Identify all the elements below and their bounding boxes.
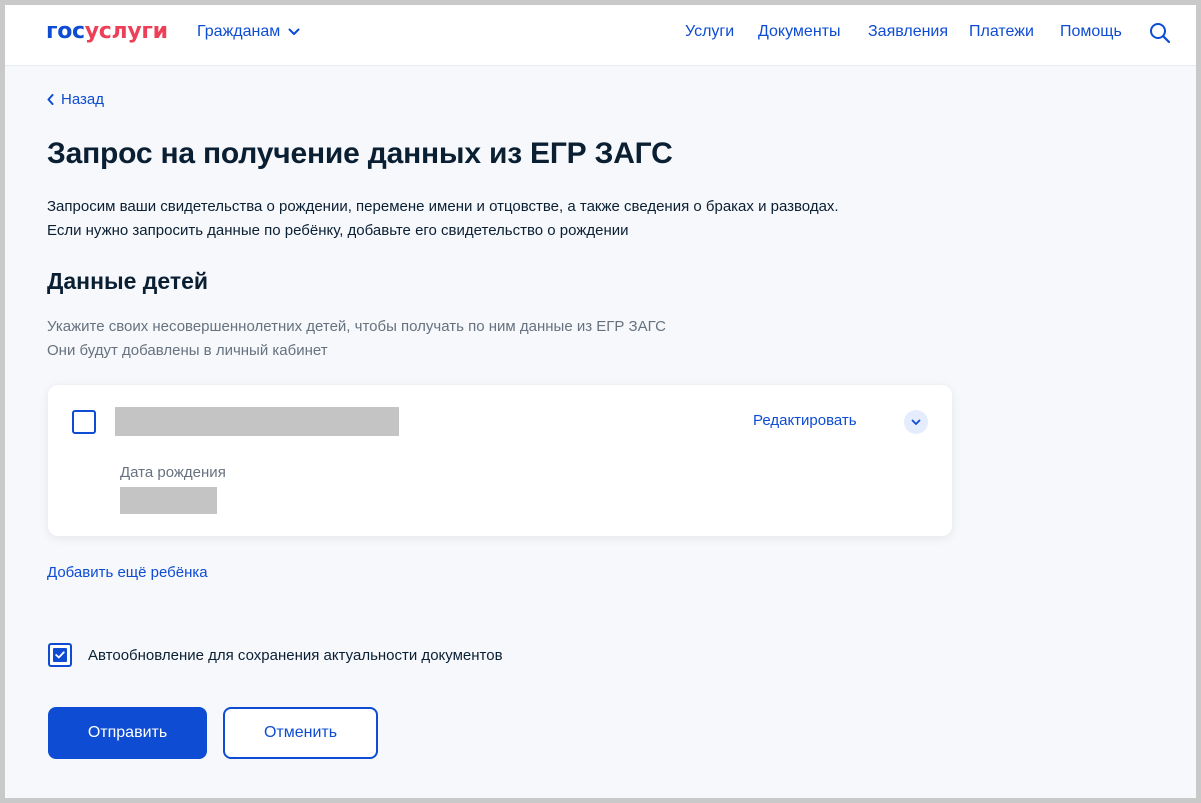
chevron-left-icon — [47, 94, 54, 105]
checkmark-icon — [53, 648, 67, 662]
child-name-redacted — [115, 407, 399, 436]
nav-applications[interactable]: Заявления — [868, 23, 948, 41]
expand-child-button[interactable] — [904, 410, 928, 434]
children-hint: Укажите своих несовершеннолетних детей, … — [47, 315, 666, 363]
intro-line-1: Запросим ваши свидетельства о рождении, … — [47, 198, 839, 215]
back-label: Назад — [61, 91, 104, 108]
edit-child-link[interactable]: Редактировать — [753, 412, 857, 429]
children-hint-line-1: Укажите своих несовершеннолетних детей, … — [47, 318, 666, 335]
birth-date-redacted — [120, 487, 217, 514]
nav-documents[interactable]: Документы — [758, 23, 840, 41]
birth-date-label: Дата рождения — [120, 464, 226, 481]
back-link[interactable]: Назад — [47, 91, 104, 108]
submit-button[interactable]: Отправить — [48, 707, 207, 759]
nav-payments[interactable]: Платежи — [969, 23, 1034, 41]
search-icon[interactable] — [1148, 21, 1172, 45]
chevron-down-icon — [288, 28, 300, 35]
auto-update-option[interactable]: Автообновление для сохранения актуальнос… — [48, 643, 503, 667]
gosuslugi-logo[interactable]: госуслуги — [46, 19, 168, 44]
audience-label: Гражданам — [197, 23, 281, 40]
chevron-down-icon — [911, 419, 921, 425]
nav-services[interactable]: Услуги — [685, 23, 734, 41]
page: госуслуги Гражданам Услуги Документы Зая… — [5, 5, 1196, 798]
logo-part-gos: гос — [46, 19, 85, 44]
page-title: Запрос на получение данных из ЕГР ЗАГС — [47, 137, 673, 170]
top-header: госуслуги Гражданам Услуги Документы Зая… — [5, 5, 1196, 66]
children-hint-line-2: Они будут добавлены в личный кабинет — [47, 342, 328, 359]
intro-line-2: Если нужно запросить данные по ребёнку, … — [47, 222, 629, 239]
child-card: Редактировать Дата рождения — [48, 385, 952, 536]
audience-dropdown[interactable]: Гражданам — [197, 23, 300, 41]
intro-text: Запросим ваши свидетельства о рождении, … — [47, 195, 839, 243]
auto-update-label: Автообновление для сохранения актуальнос… — [88, 646, 503, 664]
cancel-button[interactable]: Отменить — [223, 707, 378, 759]
add-child-link[interactable]: Добавить ещё ребёнка — [47, 564, 208, 581]
child-select-checkbox[interactable] — [72, 410, 96, 434]
nav-help[interactable]: Помощь — [1060, 23, 1122, 41]
auto-update-checkbox[interactable] — [48, 643, 72, 667]
logo-part-uslugi: услуги — [84, 19, 168, 44]
children-section-title: Данные детей — [47, 268, 209, 294]
